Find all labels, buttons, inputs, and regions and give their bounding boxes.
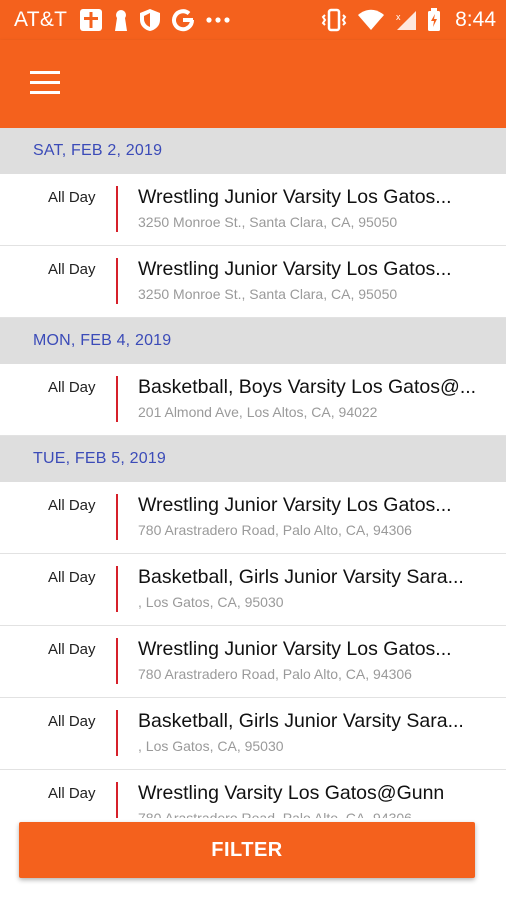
event-title: Wrestling Junior Varsity Los Gatos... bbox=[138, 186, 452, 208]
more-icon bbox=[205, 16, 231, 24]
list-item[interactable]: All Day Basketball, Girls Junior Varsity… bbox=[0, 698, 506, 770]
event-divider bbox=[116, 710, 118, 756]
event-time: All Day bbox=[48, 379, 96, 396]
event-divider bbox=[116, 258, 118, 304]
status-bar: AT&T x 8:44 bbox=[0, 0, 506, 40]
event-title: Wrestling Varsity Los Gatos@Gunn bbox=[138, 782, 445, 804]
event-address: 780 Arastradero Road, Palo Alto, CA, 943… bbox=[138, 810, 412, 818]
battery-icon bbox=[427, 8, 441, 32]
event-title: Wrestling Junior Varsity Los Gatos... bbox=[138, 494, 452, 516]
event-divider bbox=[116, 494, 118, 540]
date-header: MON, FEB 4, 2019 bbox=[0, 318, 506, 364]
date-header: TUE, FEB 5, 2019 bbox=[0, 436, 506, 482]
event-divider bbox=[116, 782, 118, 818]
event-address: 201 Almond Ave, Los Altos, CA, 94022 bbox=[138, 404, 378, 420]
shield-icon bbox=[139, 8, 161, 32]
event-address: , Los Gatos, CA, 95030 bbox=[138, 594, 284, 610]
clock: 8:44 bbox=[455, 8, 496, 31]
event-time: All Day bbox=[48, 785, 96, 802]
svg-text:x: x bbox=[396, 12, 401, 22]
event-divider bbox=[116, 566, 118, 612]
google-icon bbox=[171, 8, 195, 32]
event-title: Basketball, Girls Junior Varsity Sara... bbox=[138, 566, 464, 588]
event-title: Wrestling Junior Varsity Los Gatos... bbox=[138, 258, 452, 280]
carrier-label: AT&T bbox=[14, 8, 68, 31]
list-item[interactable]: All Day Wrestling Junior Varsity Los Gat… bbox=[0, 246, 506, 318]
event-address: , Los Gatos, CA, 95030 bbox=[138, 738, 284, 754]
event-time: All Day bbox=[48, 641, 96, 658]
event-divider bbox=[116, 376, 118, 422]
event-title: Wrestling Junior Varsity Los Gatos... bbox=[138, 638, 452, 660]
event-title: Basketball, Boys Varsity Los Gatos@... bbox=[138, 376, 477, 398]
list-item[interactable]: All Day Wrestling Varsity Los Gatos@Gunn… bbox=[0, 770, 506, 818]
list-item[interactable]: All Day Basketball, Boys Varsity Los Gat… bbox=[0, 364, 506, 436]
schedule-list[interactable]: SAT, FEB 2, 2019 All Day Wrestling Junio… bbox=[0, 128, 506, 818]
event-address: 3250 Monroe St., Santa Clara, CA, 95050 bbox=[138, 286, 398, 302]
event-time: All Day bbox=[48, 713, 96, 730]
phone-app-icon bbox=[79, 8, 103, 32]
event-time: All Day bbox=[48, 261, 96, 278]
list-item[interactable]: All Day Wrestling Junior Varsity Los Gat… bbox=[0, 626, 506, 698]
filter-button[interactable]: FILTER bbox=[19, 822, 475, 878]
event-title: Basketball, Girls Junior Varsity Sara... bbox=[138, 710, 464, 732]
notification-icons bbox=[79, 8, 231, 32]
wifi-icon bbox=[357, 9, 385, 31]
list-item[interactable]: All Day Wrestling Junior Varsity Los Gat… bbox=[0, 174, 506, 246]
event-divider bbox=[116, 638, 118, 684]
event-time: All Day bbox=[48, 497, 96, 514]
date-header: SAT, FEB 2, 2019 bbox=[0, 128, 506, 174]
vibrate-icon bbox=[321, 8, 347, 32]
event-address: 3250 Monroe St., Santa Clara, CA, 95050 bbox=[138, 214, 398, 230]
event-time: All Day bbox=[48, 189, 96, 206]
event-divider bbox=[116, 186, 118, 232]
event-address: 780 Arastradero Road, Palo Alto, CA, 943… bbox=[138, 522, 412, 538]
signal-icon: x bbox=[395, 9, 417, 31]
list-item[interactable]: All Day Basketball, Girls Junior Varsity… bbox=[0, 554, 506, 626]
hamburger-menu-icon[interactable] bbox=[26, 69, 66, 99]
list-item[interactable]: All Day Wrestling Junior Varsity Los Gat… bbox=[0, 482, 506, 554]
keyhole-icon bbox=[113, 8, 129, 32]
event-address: 780 Arastradero Road, Palo Alto, CA, 943… bbox=[138, 666, 412, 682]
event-time: All Day bbox=[48, 569, 96, 586]
app-bar bbox=[0, 40, 506, 128]
